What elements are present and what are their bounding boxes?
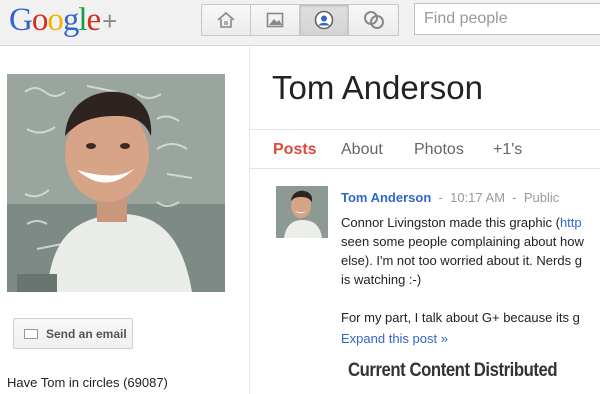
nav-circles-button[interactable] <box>349 5 398 35</box>
home-icon <box>217 11 235 28</box>
profile-tabs: Posts About Photos +1's <box>250 129 600 169</box>
profile-icon <box>314 10 334 30</box>
post-line: is watching :-) <box>341 272 422 287</box>
profile-photo-image <box>7 74 225 292</box>
meta-separator: - <box>438 190 443 205</box>
nav-profile-button[interactable] <box>300 5 349 35</box>
profile-photo[interactable] <box>7 74 225 292</box>
post-timestamp[interactable]: 10:17 AM <box>450 190 505 205</box>
logo-letter: g <box>62 2 79 38</box>
in-circles-count[interactable]: Have Tom in circles (69087) <box>7 375 168 390</box>
top-bar: Google+ <box>0 0 600 46</box>
logo-letter: o <box>31 2 48 38</box>
send-email-button[interactable]: Send an email <box>13 318 133 349</box>
post-text: Connor Livingston made this graphic ( <box>341 215 560 230</box>
post-author-link[interactable]: Tom Anderson <box>341 190 431 205</box>
post-line: For my part, I talk about G+ because its… <box>341 310 580 325</box>
logo-letter: l <box>78 2 87 38</box>
post-line: seen some people complaining about how <box>341 234 584 249</box>
logo-plus: + <box>102 6 117 36</box>
nav-home-button[interactable] <box>202 5 251 35</box>
post-line: Connor Livingston made this graphic (htt… <box>341 213 600 232</box>
circles-icon <box>363 11 384 29</box>
tab-photos[interactable]: Photos <box>414 141 464 159</box>
find-people-input[interactable] <box>414 3 600 35</box>
photos-icon <box>266 12 284 28</box>
profile-sidebar: Send an email Have Tom in circles (69087… <box>0 47 249 394</box>
post-card: Tom Anderson - 10:17 AM - Public Connor … <box>250 170 600 394</box>
author-avatar[interactable] <box>276 186 328 238</box>
tab-about[interactable]: About <box>341 141 383 159</box>
post-image-caption[interactable]: Current Content Distributed <box>348 360 558 382</box>
post-line-blank <box>341 289 600 308</box>
profile-name: Tom Anderson <box>272 69 483 106</box>
google-plus-logo[interactable]: Google+ <box>9 0 117 41</box>
meta-separator: - <box>512 190 517 205</box>
post-line: else). I'm not too worried about it. Ner… <box>341 253 582 268</box>
post-meta: Tom Anderson - 10:17 AM - Public <box>341 190 559 205</box>
expand-post-link[interactable]: Expand this post » <box>341 331 448 346</box>
avatar-image <box>276 186 328 238</box>
post-visibility[interactable]: Public <box>524 190 559 205</box>
post-body: Connor Livingston made this graphic (htt… <box>341 213 600 327</box>
logo-letter: G <box>9 2 33 38</box>
main-nav <box>201 4 399 36</box>
logo-letter: o <box>47 2 63 38</box>
nav-photos-button[interactable] <box>251 5 300 35</box>
tab-plus-ones[interactable]: +1's <box>493 141 522 159</box>
send-email-label: Send an email <box>46 326 127 341</box>
post-link[interactable]: http <box>560 215 582 230</box>
logo-letter: e <box>86 2 102 38</box>
envelope-icon <box>24 328 38 339</box>
tab-posts[interactable]: Posts <box>273 141 317 159</box>
